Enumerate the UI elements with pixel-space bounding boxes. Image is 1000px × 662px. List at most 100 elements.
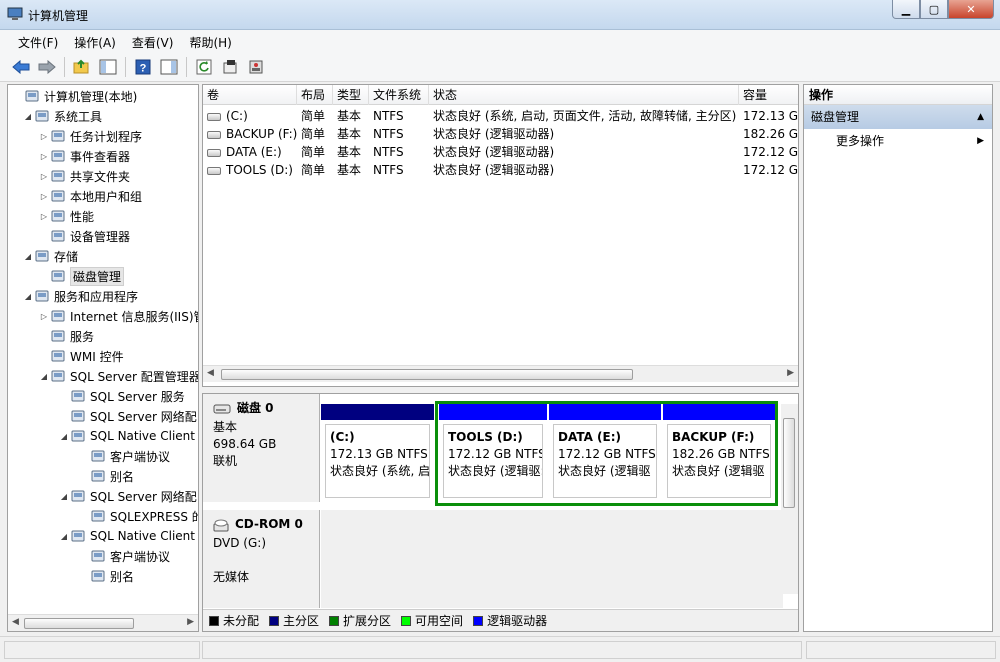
tree-item[interactable]: 磁盘管理	[38, 266, 125, 286]
expanded-arrow-icon[interactable]: ◢	[22, 112, 34, 121]
volume-icon	[207, 112, 221, 121]
scrollbar-thumb[interactable]	[221, 369, 633, 380]
tree-horizontal-scrollbar[interactable]: ◀ ▶	[8, 614, 198, 631]
cdrom-0-info[interactable]: CD-ROM 0 DVD (G:) 无媒体	[203, 510, 320, 608]
partition-c[interactable]: (C:) 172.13 GB NTFS 状态良好 (系统, 启	[321, 404, 434, 502]
scrollbar-thumb[interactable]	[783, 418, 795, 508]
tree-item[interactable]: ▷ 事件查看器	[38, 146, 130, 166]
collapsed-arrow-icon[interactable]: ▷	[38, 172, 50, 181]
partition-f[interactable]: BACKUP (F:) 182.26 GB NTFS 状态良好 (逻辑驱	[663, 404, 775, 502]
collapsed-arrow-icon[interactable]: ▷	[38, 192, 50, 201]
collapsed-arrow-icon[interactable]: ▷	[38, 312, 50, 321]
tree-item[interactable]: ◢ 系统工具	[22, 106, 102, 126]
scroll-right-icon[interactable]: ▶	[187, 617, 194, 627]
scroll-right-icon[interactable]: ▶	[787, 368, 794, 378]
tree-item[interactable]: ◢ SQL Native Client	[58, 426, 195, 446]
tree-item-label: SQL Native Client	[90, 529, 195, 543]
action-more-actions[interactable]: 更多操作 ▶	[804, 129, 992, 153]
tree-item-label: 任务计划程序	[70, 129, 143, 144]
menu-help[interactable]: 帮助(H)	[183, 30, 237, 52]
tree-item[interactable]: 别名	[78, 566, 134, 586]
volume-row[interactable]: BACKUP (F:) 简单 基本 NTFS 状态良好 (逻辑驱动器) 182.26 G	[203, 125, 798, 143]
properties-button[interactable]	[219, 56, 241, 78]
menu-action[interactable]: 操作(A)	[68, 30, 122, 52]
expanded-arrow-icon[interactable]: ◢	[58, 532, 70, 541]
sql-config-icon	[50, 368, 66, 384]
maximize-button[interactable]: ▢	[920, 0, 948, 19]
volume-name: BACKUP (F:)	[226, 127, 297, 141]
help-button[interactable]: ?	[132, 56, 154, 78]
expanded-arrow-icon[interactable]: ◢	[22, 292, 34, 301]
computer-management-icon	[24, 88, 40, 104]
expanded-arrow-icon[interactable]: ◢	[58, 432, 70, 441]
legend-free-space: 可用空间	[401, 612, 463, 629]
scroll-left-icon[interactable]: ◀	[12, 617, 19, 627]
scroll-left-icon[interactable]: ◀	[207, 368, 214, 378]
back-button[interactable]	[10, 56, 32, 78]
collapsed-arrow-icon[interactable]: ▷	[38, 132, 50, 141]
collapsed-arrow-icon[interactable]: ▷	[38, 212, 50, 221]
scrollbar-thumb[interactable]	[24, 618, 134, 629]
partition-e[interactable]: DATA (E:) 172.12 GB NTFS 状态良好 (逻辑驱	[549, 404, 661, 502]
show-hide-action-pane-button[interactable]	[158, 56, 180, 78]
column-header-volume[interactable]: 卷	[203, 85, 297, 105]
tree-item[interactable]: SQLEXPRESS 的	[78, 506, 198, 526]
column-header-filesystem[interactable]: 文件系统	[369, 85, 429, 105]
column-header-layout[interactable]: 布局	[297, 85, 333, 105]
cd-drive-icon	[213, 519, 229, 531]
tree-item[interactable]: ◢ SQL Server 网络配	[58, 486, 197, 506]
column-header-type[interactable]: 类型	[333, 85, 369, 105]
tree-item[interactable]: SQL Server 服务	[58, 386, 185, 406]
tree-item[interactable]: WMI 控件	[38, 346, 124, 366]
close-button[interactable]: ✕	[948, 0, 994, 19]
tree-item[interactable]: 服务	[38, 326, 94, 346]
tree-item[interactable]: 设备管理器	[38, 226, 130, 246]
tree-item[interactable]: ◢ 服务和应用程序	[22, 286, 138, 306]
legend-extended: 扩展分区	[329, 612, 391, 629]
tree-item[interactable]: ▷ 本地用户和组	[38, 186, 142, 206]
expanded-arrow-icon[interactable]: ◢	[38, 372, 50, 381]
refresh-button[interactable]	[193, 56, 215, 78]
disk-0-info[interactable]: 磁盘 0 基本 698.64 GB 联机	[203, 394, 320, 502]
forward-button[interactable]	[36, 56, 58, 78]
tree-item[interactable]: ◢ SQL Native Client	[58, 526, 195, 546]
menu-view[interactable]: 查看(V)	[126, 30, 180, 52]
volume-row[interactable]: (C:) 简单 基本 NTFS 状态良好 (系统, 启动, 页面文件, 活动, 故障转储…	[203, 107, 798, 125]
column-header-status[interactable]: 状态	[429, 85, 739, 105]
volume-row[interactable]: TOOLS (D:) 简单 基本 NTFS 状态良好 (逻辑驱动器) 172.12 G	[203, 161, 798, 179]
legend-unallocated: 未分配	[209, 612, 259, 629]
expanded-arrow-icon[interactable]: ◢	[58, 492, 70, 501]
volume-row[interactable]: DATA (E:) 简单 基本 NTFS 状态良好 (逻辑驱动器) 172.12 G	[203, 143, 798, 161]
volume-cell: NTFS	[373, 109, 404, 123]
menu-file[interactable]: 文件(F)	[12, 30, 64, 52]
disk-action-button[interactable]	[245, 56, 267, 78]
tree-item[interactable]: ◢ 存储	[22, 246, 78, 266]
tree-item[interactable]: 计算机管理(本地)	[12, 86, 137, 106]
expanded-arrow-icon[interactable]: ◢	[22, 252, 34, 261]
tree-item[interactable]: ▷ 性能	[38, 206, 94, 226]
disk-graphical-view: 磁盘 0 基本 698.64 GB 联机 (C:) 172.13 GB NTFS…	[202, 393, 799, 632]
tree-item[interactable]: 别名	[78, 466, 134, 486]
up-folder-button[interactable]	[71, 56, 93, 78]
tree-item-label: 性能	[70, 209, 95, 224]
event-viewer-icon	[50, 148, 66, 164]
cdrom-empty-area[interactable]	[321, 510, 783, 608]
partition-d[interactable]: TOOLS (D:) 172.12 GB NTFS 状态良好 (逻辑驱:	[439, 404, 547, 502]
legend-swatch	[269, 615, 280, 626]
show-hide-tree-button[interactable]	[97, 56, 119, 78]
tree-item[interactable]: ▷ 任务计划程序	[38, 126, 142, 146]
list-horizontal-scrollbar[interactable]: ◀ ▶	[203, 365, 798, 382]
tree-item[interactable]: ▷ Internet 信息服务(IIS)管	[38, 306, 198, 326]
minimize-button[interactable]: ▁	[892, 0, 920, 19]
disk-vertical-scrollbar[interactable]	[781, 404, 798, 594]
collapse-up-icon[interactable]: ▲	[977, 105, 984, 129]
tree-item[interactable]: 客户端协议	[78, 546, 170, 566]
collapsed-arrow-icon[interactable]: ▷	[38, 152, 50, 161]
column-header-capacity[interactable]: 容量	[739, 85, 798, 105]
tree-item[interactable]: SQL Server 网络配	[58, 406, 197, 426]
action-pane-header: 操作	[804, 85, 992, 105]
action-section-disk-management[interactable]: 磁盘管理 ▲	[804, 105, 992, 129]
tree-item[interactable]: ▷ 共享文件夹	[38, 166, 130, 186]
tree-item[interactable]: ◢ SQL Server 配置管理器	[38, 366, 198, 386]
tree-item[interactable]: 客户端协议	[78, 446, 170, 466]
